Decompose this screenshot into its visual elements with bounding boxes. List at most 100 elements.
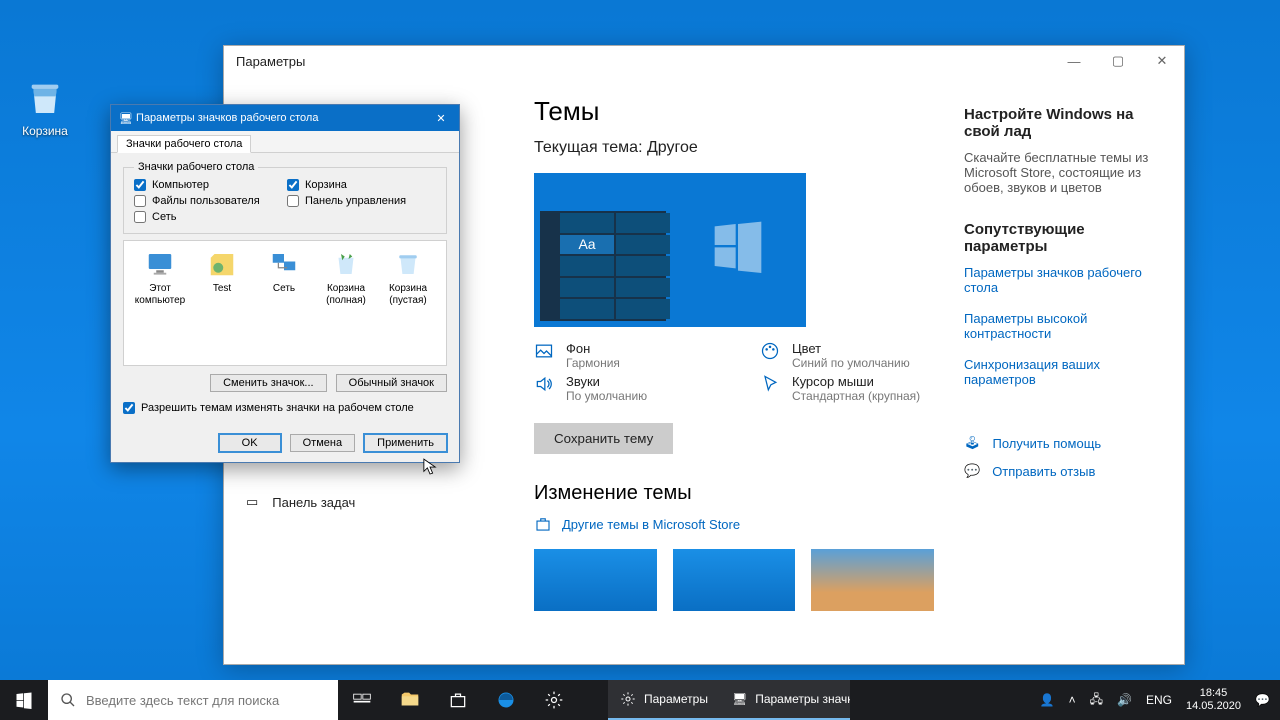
app-icon: 🖥	[119, 112, 133, 125]
tray-people-icon[interactable]: 👤	[1040, 693, 1055, 707]
chk-allow-input[interactable]	[123, 402, 135, 414]
icon-preview-list: Этот компьютер Test Сеть Корзина (полная…	[123, 240, 447, 366]
icon-network[interactable]: Сеть	[256, 249, 312, 295]
ok-button[interactable]: OK	[219, 434, 281, 452]
sound-icon	[534, 374, 554, 394]
system-tray: 👤 ˄ 🖧 🔊 ENG 18:45 14.05.2020 💬	[1030, 687, 1280, 713]
tray-clock[interactable]: 18:45 14.05.2020	[1186, 687, 1241, 713]
save-theme-button[interactable]: Сохранить тему	[534, 423, 673, 454]
tab-desktop-icons[interactable]: Значки рабочего стола	[117, 135, 251, 153]
sidebar-item-taskbar[interactable]: ▭ Панель задач	[224, 486, 504, 518]
more-themes-link[interactable]: Другие темы в Microsoft Store	[534, 515, 934, 533]
feedback-link[interactable]: 💬Отправить отзыв	[964, 463, 1168, 479]
desktop-recycle-bin-label: Корзина	[22, 124, 68, 138]
taskbar-settings-icon[interactable]	[530, 680, 578, 720]
restore-icon-button[interactable]: Обычный значок	[336, 374, 447, 392]
gear-icon	[620, 691, 636, 707]
theme-color[interactable]: ЦветСиний по умолчанию	[760, 341, 964, 370]
current-theme-label: Текущая тема: Другое	[534, 139, 934, 157]
icon-recycle-empty[interactable]: Корзина (пустая)	[380, 249, 436, 307]
taskbar-icon: ▭	[246, 494, 258, 510]
dialog-title: Параметры значков рабочего стола	[136, 112, 318, 124]
minimize-button[interactable]: —	[1052, 46, 1096, 76]
feedback-icon: 💬	[964, 463, 980, 479]
tray-language[interactable]: ENG	[1146, 693, 1172, 707]
chk-control-panel[interactable]: Панель управления	[287, 195, 436, 207]
windows-logo-icon	[710, 217, 766, 273]
store-icon	[534, 515, 552, 533]
chk-network[interactable]: Сеть	[134, 211, 283, 223]
close-button[interactable]: ✕	[1140, 46, 1184, 76]
folder-icon	[399, 689, 421, 711]
help-icon: 🕹	[964, 435, 981, 451]
tray-notifications-icon[interactable]: 💬	[1255, 693, 1270, 707]
change-theme-heading: Изменение темы	[534, 482, 934, 505]
chk-net-input[interactable]	[134, 211, 146, 223]
taskbar-explorer[interactable]	[386, 680, 434, 720]
app-icon: 🖥	[732, 692, 747, 706]
palette-icon	[760, 341, 780, 361]
link-desktop-icons[interactable]: Параметры значков рабочего стола	[964, 265, 1168, 295]
desktop-icons-dialog: 🖥 Параметры значков рабочего стола ✕ Зна…	[110, 104, 460, 463]
tray-chevron-up-icon[interactable]: ˄	[1069, 693, 1076, 707]
recycle-bin-icon	[25, 78, 65, 118]
picture-icon	[534, 341, 554, 361]
group-legend: Значки рабочего стола	[134, 161, 258, 173]
get-help-link[interactable]: 🕹Получить помощь	[964, 435, 1168, 451]
icon-this-pc[interactable]: Этот компьютер	[132, 249, 188, 307]
chk-recycle-bin[interactable]: Корзина	[287, 179, 436, 191]
desktop-recycle-bin[interactable]: Корзина	[10, 78, 80, 138]
taskbar-store[interactable]	[434, 680, 482, 720]
chk-cp-input[interactable]	[287, 195, 299, 207]
start-button[interactable]	[0, 680, 48, 720]
store-icon	[448, 690, 468, 710]
related-heading: Сопутствующие параметры	[964, 221, 1168, 255]
task-view-button[interactable]	[338, 680, 386, 720]
taskbar-search[interactable]: Введите здесь текст для поиска	[48, 680, 338, 720]
chk-computer[interactable]: Компьютер	[134, 179, 283, 191]
chk-user-files[interactable]: Файлы пользователя	[134, 195, 283, 207]
theme-thumb-1[interactable]	[534, 549, 657, 611]
taskbar-edge[interactable]	[482, 680, 530, 720]
dialog-titlebar[interactable]: 🖥 Параметры значков рабочего стола ✕	[111, 105, 459, 131]
theme-preview[interactable]: Aa	[534, 173, 806, 327]
dialog-close-button[interactable]: ✕	[431, 112, 451, 125]
theme-thumb-2[interactable]	[673, 549, 796, 611]
taskbar-app-settings[interactable]: Параметры	[608, 680, 720, 720]
settings-right-panel: Настройте Windows на свой лад Скачайте б…	[964, 76, 1184, 664]
edge-icon	[496, 690, 516, 710]
maximize-button[interactable]: ▢	[1096, 46, 1140, 76]
chk-allow-themes[interactable]: Разрешить темам изменять значки на рабоч…	[123, 402, 447, 414]
theme-bg[interactable]: ФонГармония	[534, 341, 754, 370]
customize-text: Скачайте бесплатные темы из Microsoft St…	[964, 150, 1168, 195]
task-view-icon	[352, 690, 372, 710]
taskbar-app-dialog[interactable]: 🖥 Параметры значк...	[720, 680, 850, 720]
taskbar: Введите здесь текст для поиска Параметры…	[0, 680, 1280, 720]
search-placeholder: Введите здесь текст для поиска	[86, 693, 279, 708]
theme-thumb-3[interactable]	[811, 549, 934, 611]
page-title: Темы	[534, 96, 934, 127]
desktop-icons-group: Значки рабочего стола Компьютер Корзина …	[123, 161, 447, 234]
customize-heading: Настройте Windows на свой лад	[964, 106, 1168, 140]
apply-button[interactable]: Применить	[364, 434, 447, 452]
search-icon	[60, 692, 76, 708]
icon-recycle-full[interactable]: Корзина (полная)	[318, 249, 374, 307]
link-sync-settings[interactable]: Синхронизация ваших параметров	[964, 357, 1168, 387]
theme-sound[interactable]: ЗвукиПо умолчанию	[534, 374, 754, 403]
tray-volume-icon[interactable]: 🔊	[1117, 693, 1132, 707]
tray-network-icon[interactable]: 🖧	[1090, 690, 1103, 711]
chk-computer-input[interactable]	[134, 179, 146, 191]
cursor-icon	[760, 374, 780, 394]
settings-title: Параметры	[236, 54, 305, 69]
icon-test[interactable]: Test	[194, 249, 250, 295]
windows-logo-icon	[15, 691, 33, 709]
theme-cursor[interactable]: Курсор мышиСтандартная (крупная)	[760, 374, 964, 403]
settings-titlebar[interactable]: Параметры — ▢ ✕	[224, 46, 1184, 76]
gear-icon	[544, 690, 564, 710]
change-icon-button[interactable]: Сменить значок...	[210, 374, 327, 392]
sidebar-item-label: Панель задач	[272, 495, 355, 510]
chk-user-input[interactable]	[134, 195, 146, 207]
chk-recycle-input[interactable]	[287, 179, 299, 191]
link-high-contrast[interactable]: Параметры высокой контрастности	[964, 311, 1168, 341]
cancel-button[interactable]: Отмена	[290, 434, 355, 452]
